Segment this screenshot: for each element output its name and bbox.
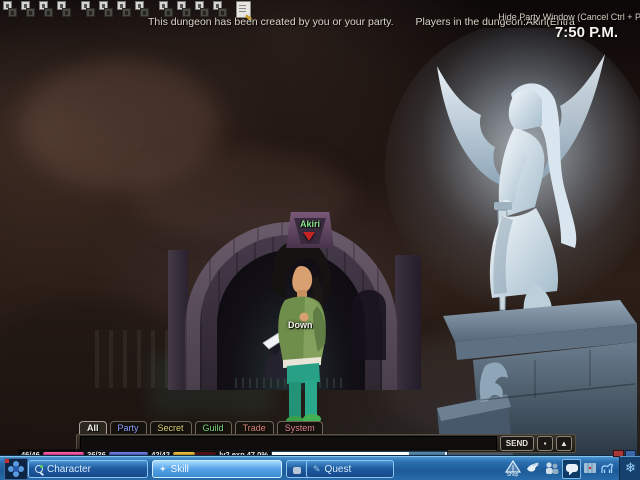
character-button[interactable]: Character (28, 460, 148, 478)
hotkey-slot[interactable] (44, 8, 53, 17)
hotkey-slot[interactable] (122, 8, 131, 17)
bag-icon (293, 467, 301, 474)
up-arrow-icon: ▲ (560, 439, 568, 448)
skill-button[interactable]: ✦ Skill (152, 460, 282, 478)
square-icon: ▪ (544, 439, 547, 448)
skill-button-label: Skill (171, 464, 189, 475)
party-leader-icon (303, 232, 315, 241)
chat-tab-all[interactable]: All (79, 421, 107, 435)
game-clock: 7:50 P.M. (555, 24, 618, 41)
party-tray-button[interactable] (543, 459, 560, 477)
down-portal-label[interactable]: Down (288, 320, 313, 330)
dungeon-scene: Akiri Down (0, 0, 640, 457)
hotkey-slot[interactable] (8, 8, 17, 17)
hotkey-slot[interactable] (104, 8, 113, 17)
hotkey-slot[interactable] (86, 8, 95, 17)
chat-bubble-icon (564, 461, 580, 477)
snowflake-icon: ❄ (625, 460, 636, 476)
quest-button-label: Quest (325, 464, 352, 475)
chat-tab-bar: All Party Secret Guild Trade System (79, 421, 323, 435)
dove-icon (525, 460, 541, 476)
skill-star-icon: ✦ (159, 465, 167, 474)
map-tray-button[interactable] (581, 459, 598, 477)
dove-tray-button[interactable] (524, 459, 541, 477)
player-character[interactable] (255, 236, 347, 428)
player-nametag: Akiri (282, 219, 338, 229)
character-button-label: Character (47, 464, 91, 475)
shop-tray-button[interactable]: Shop (504, 459, 521, 477)
chat-tab-system[interactable]: System (277, 421, 323, 435)
hide-party-hint: Hide Party Window (Cancel Ctrl + P) (498, 12, 640, 22)
quill-icon: ✎ (313, 465, 321, 474)
chat-option-button[interactable]: ▪ (537, 436, 553, 451)
dungeon-message: This dungeon has been created by you or … (148, 16, 394, 28)
chat-tray-button[interactable] (562, 459, 581, 479)
side-doorway (352, 290, 386, 360)
shop-icon-label: Shop (504, 473, 521, 478)
game-window: Akiri Down This dungeon has been created… (0, 0, 640, 480)
chat-tab-secret[interactable]: Secret (150, 421, 192, 435)
chat-tab-party[interactable]: Party (110, 421, 147, 435)
hotkey-slot[interactable] (62, 8, 71, 17)
party-people-icon (544, 460, 560, 476)
map-icon (582, 460, 598, 476)
horse-icon (599, 460, 615, 476)
quest-button[interactable]: ✎ Quest (306, 460, 394, 478)
main-menu-button[interactable] (4, 458, 28, 480)
mount-tray-button[interactable] (598, 459, 615, 477)
magnifier-icon (35, 465, 43, 473)
clover-icon (13, 466, 19, 472)
chat-tab-guild[interactable]: Guild (195, 421, 232, 435)
menu-snowflake-button[interactable]: ❄ (619, 456, 640, 480)
chat-scroll-up-button[interactable]: ▲ (556, 436, 572, 451)
goddess-statue (385, 28, 640, 455)
send-button[interactable]: SEND (500, 436, 534, 451)
hotkey-slot[interactable] (26, 8, 35, 17)
green-dot-icon (40, 465, 43, 468)
chat-tab-trade[interactable]: Trade (235, 421, 274, 435)
